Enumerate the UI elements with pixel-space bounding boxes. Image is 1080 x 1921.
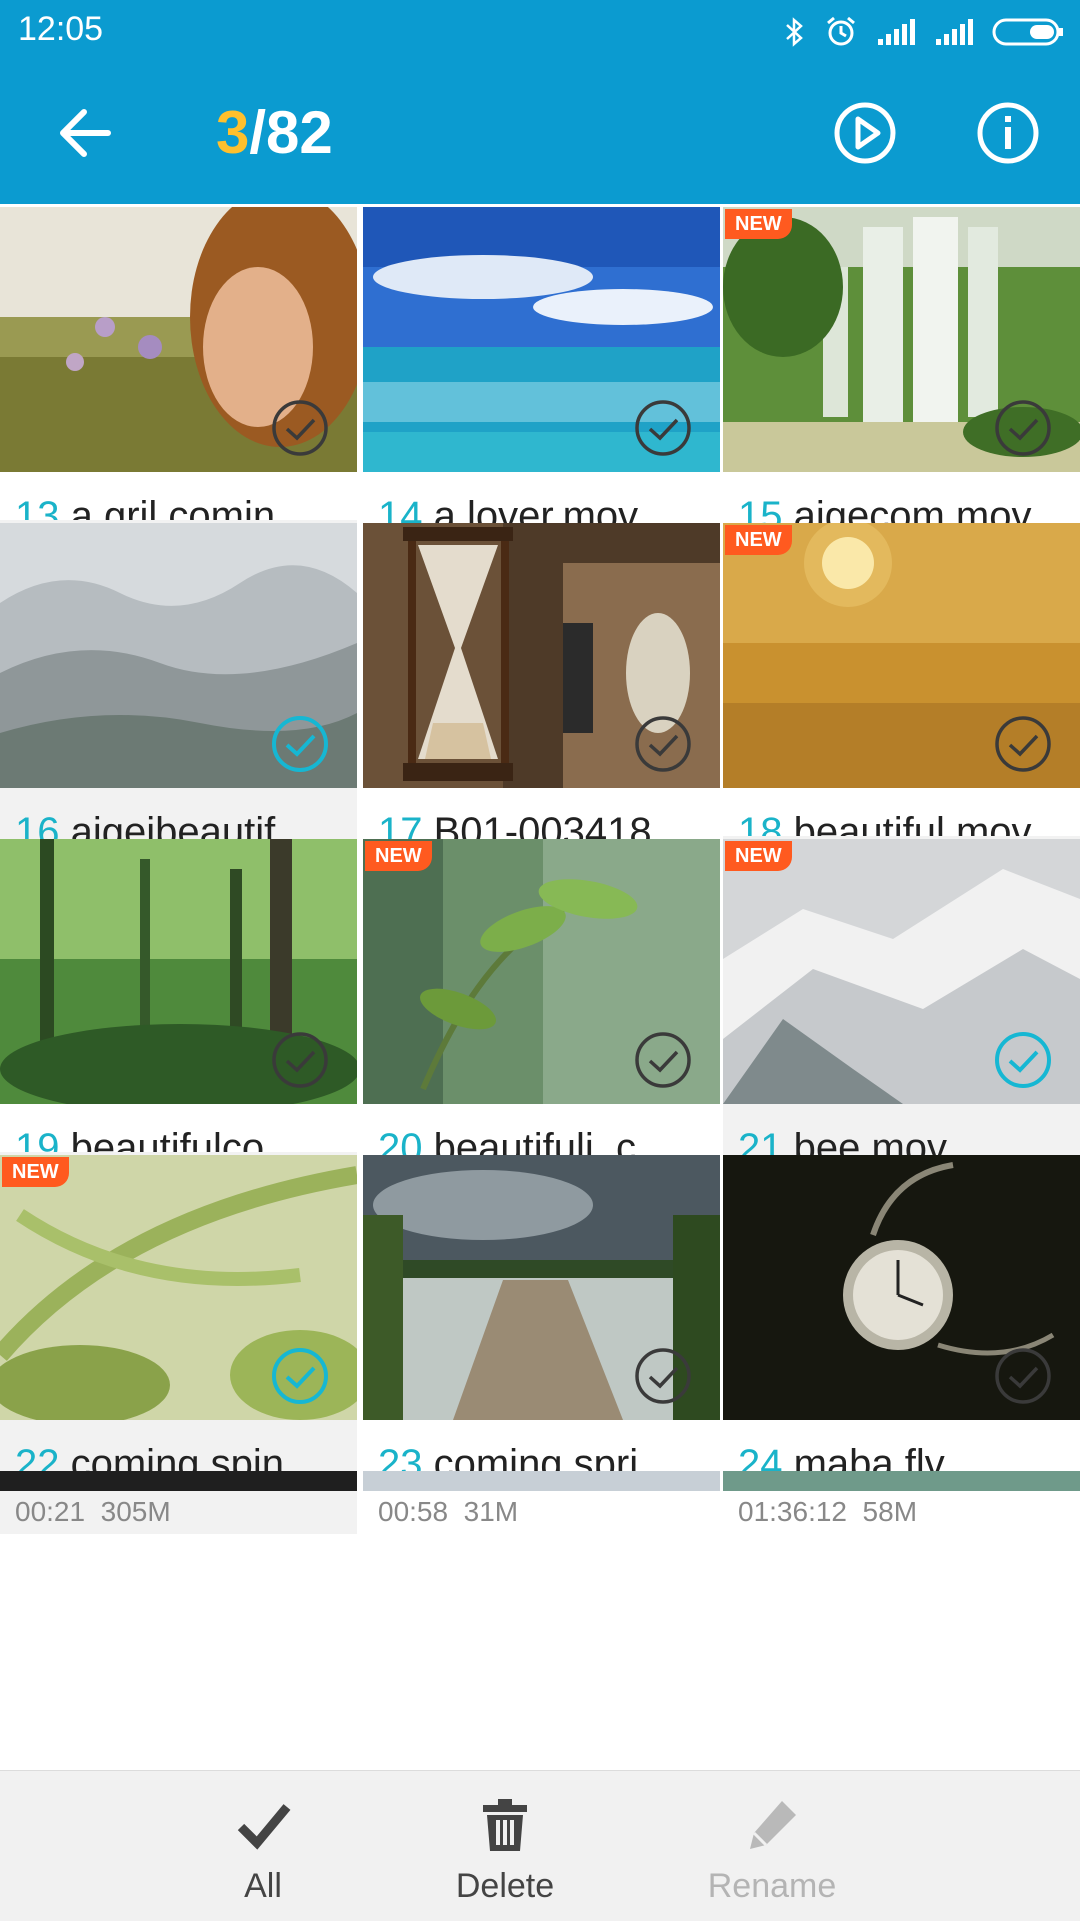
- select-check-icon[interactable]: [270, 714, 330, 774]
- video-grid: 13.a gril comin…00:23 12M14.a lover.mov0…: [0, 204, 1080, 1770]
- select-check-icon[interactable]: [633, 1346, 693, 1406]
- status-icons: [784, 12, 1064, 52]
- arrow-left-icon: [60, 109, 111, 157]
- bottom-action-bar: All Delete Rename: [0, 1770, 1080, 1921]
- new-badge: NEW: [725, 841, 792, 871]
- page-counter: 3/82: [216, 100, 333, 166]
- new-badge: NEW: [725, 525, 792, 555]
- pencil-icon: [750, 1801, 796, 1849]
- video-size: 305M: [85, 1496, 171, 1527]
- video-tile-partial[interactable]: [723, 1471, 1080, 1491]
- new-badge: NEW: [2, 1157, 69, 1187]
- select-check-icon[interactable]: [993, 1030, 1053, 1090]
- new-badge: NEW: [365, 841, 432, 871]
- select-check-icon[interactable]: [270, 398, 330, 458]
- select-all-label: All: [244, 1867, 282, 1905]
- rename-button[interactable]: Rename: [692, 1789, 852, 1909]
- app-bar: 3/82: [0, 62, 1080, 204]
- signal-icon: [878, 19, 915, 45]
- battery-icon: [992, 18, 1063, 46]
- select-all-button[interactable]: All: [183, 1789, 343, 1909]
- alarm-icon: [827, 16, 855, 46]
- trash-icon: [483, 1799, 527, 1851]
- video-meta: 00:58 31M: [378, 1496, 518, 1528]
- back-button[interactable]: [54, 102, 116, 164]
- current-index: 3: [216, 99, 250, 166]
- select-check-icon[interactable]: [270, 1346, 330, 1406]
- video-duration: 00:21: [15, 1496, 86, 1527]
- status-time: 12:05: [18, 10, 104, 48]
- select-check-icon[interactable]: [993, 714, 1053, 774]
- status-bar: 12:05: [0, 0, 1080, 62]
- play-button[interactable]: [832, 100, 898, 166]
- select-check-icon[interactable]: [993, 1346, 1053, 1406]
- info-button[interactable]: [975, 100, 1041, 166]
- video-meta: 00:21 305M: [15, 1496, 171, 1528]
- bluetooth-icon: [786, 17, 803, 47]
- select-check-icon[interactable]: [993, 398, 1053, 458]
- select-check-icon[interactable]: [270, 1030, 330, 1090]
- video-tile-partial[interactable]: [363, 1471, 720, 1491]
- check-icon: [237, 1804, 291, 1850]
- video-tile-partial[interactable]: [0, 1471, 357, 1491]
- new-badge: NEW: [725, 209, 792, 239]
- delete-button[interactable]: Delete: [425, 1789, 585, 1909]
- video-size: 31M: [448, 1496, 519, 1527]
- delete-label: Delete: [455, 1867, 555, 1905]
- video-size: 58M: [847, 1496, 918, 1527]
- info-icon: [977, 102, 1039, 164]
- select-check-icon[interactable]: [633, 398, 693, 458]
- signal-icon: [936, 19, 973, 45]
- rename-label: Rename: [707, 1867, 837, 1905]
- video-meta: 01:36:12 58M: [738, 1496, 917, 1528]
- video-duration: 00:58: [378, 1496, 449, 1527]
- select-check-icon[interactable]: [633, 1030, 693, 1090]
- select-check-icon[interactable]: [633, 714, 693, 774]
- play-icon: [834, 102, 896, 164]
- total-count: /82: [249, 99, 333, 166]
- video-duration: 01:36:12: [738, 1496, 847, 1527]
